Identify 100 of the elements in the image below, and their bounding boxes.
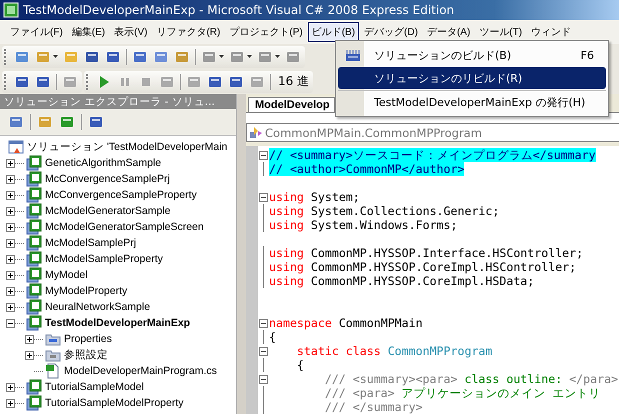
expand-icon[interactable] [6, 190, 15, 200]
code-keyword: using [269, 260, 304, 274]
code-text: { [296, 358, 304, 372]
expand-icon[interactable] [6, 206, 15, 216]
tree-item[interactable]: McModelSampleProperty [45, 253, 163, 265]
menu-item[interactable]: TestModelDeveloperMainExp の発行(H) [338, 90, 606, 113]
tree-item[interactable]: TestModelDeveloperMainExp [45, 317, 190, 329]
code-keyword: using [269, 274, 304, 288]
csharp-project-icon [26, 315, 42, 331]
code-type-name: CommonMPProgram [388, 344, 492, 358]
code-keyword: using [269, 218, 304, 232]
tree-item[interactable]: ModelDeveloperMainProgram.cs [64, 365, 217, 377]
collapse-icon[interactable] [259, 318, 268, 328]
csharp-project-icon [26, 155, 42, 171]
tree-item[interactable]: McModelGeneratorSample [45, 205, 170, 217]
expand-icon[interactable] [6, 238, 15, 248]
panel-title: ソリューション エクスプローラ - ソリュ... [4, 94, 215, 108]
type-dropdown[interactable]: CommonMPMain.CommonMPProgram [246, 123, 619, 142]
tree-item[interactable]: McModelSamplePrj [45, 237, 136, 249]
tree-item[interactable]: NeuralNetworkSample [45, 301, 150, 313]
tree-item[interactable]: TutorialSampleModelProperty [45, 397, 184, 409]
expand-icon[interactable] [6, 158, 15, 168]
csharp-project-icon [26, 395, 42, 411]
collapse-icon[interactable] [6, 318, 15, 328]
code-comment: // <author>CommonMP</author> [269, 162, 464, 176]
expand-icon[interactable] [6, 254, 15, 264]
code-text: CommonMP.HYSSOP.Interface.HSController; [310, 246, 584, 260]
hex-label: 16 進 [277, 73, 310, 90]
collapse-icon[interactable] [259, 374, 268, 384]
collapse-icon[interactable] [259, 150, 268, 160]
code-text: { [269, 330, 276, 344]
code-text: System.Collections.Generic; [310, 204, 500, 218]
menu-item[interactable]: リファクタ(R) [152, 22, 224, 42]
expand-icon[interactable] [6, 382, 15, 392]
code-doc-tag: /// <para> [269, 386, 395, 400]
csharp-project-icon [26, 235, 42, 251]
menu-item[interactable]: ファイル(F) [6, 22, 67, 42]
menu-item[interactable]: 編集(E) [68, 22, 110, 42]
code-doc-tag: </para> [569, 372, 618, 386]
collapse-icon[interactable] [259, 346, 268, 356]
code-keyword: using [269, 204, 304, 218]
expand-icon[interactable] [6, 398, 15, 408]
csharp-project-icon [26, 251, 42, 267]
code-text: CommonMP.HYSSOP.CoreImpl.HSData; [310, 274, 534, 288]
menu-item[interactable]: データ(A) [422, 22, 474, 42]
menu-item[interactable]: ウィンド [527, 22, 576, 42]
csharp-project-icon [26, 283, 42, 299]
tree-item[interactable]: MyModel [45, 269, 88, 281]
tree-item[interactable]: ソリューション 'TestModelDeveloperMain [27, 140, 228, 154]
code-keyword: using [269, 246, 304, 260]
caret-icon[interactable] [247, 55, 252, 58]
caret-icon[interactable] [53, 55, 58, 58]
code-doc-text: アプリケーションのメイン エントリ [402, 386, 601, 400]
code-keyword: static class [296, 344, 381, 358]
tree-item[interactable]: TutorialSampleModel [45, 381, 144, 393]
menu-item[interactable]: ソリューションのリビルド(R) [338, 67, 606, 89]
menu-item[interactable]: ツール(T) [475, 22, 526, 42]
csharp-project-icon [26, 299, 42, 315]
code-file-icon [45, 363, 61, 379]
expand-icon[interactable] [25, 334, 34, 344]
code-keyword: namespace [269, 316, 332, 330]
menu-item[interactable]: プロジェクト(P) [225, 22, 307, 42]
tree-item[interactable]: McConvergenceSampleProperty [45, 189, 197, 201]
code-comment: // <summary>ソースコード：メインプログラム</summary [269, 148, 596, 162]
menu-item[interactable]: ビルド(B) [308, 22, 360, 42]
document-tab[interactable]: ModelDevelop [248, 97, 335, 112]
tree-item[interactable]: 参照設定 [64, 348, 108, 362]
csharp-project-icon [26, 171, 42, 187]
code-text: CommonMPMain [338, 316, 423, 330]
csharp-project-icon [26, 203, 42, 219]
menu-item[interactable]: 表示(V) [110, 22, 152, 42]
expand-icon[interactable] [6, 286, 15, 296]
code-editor[interactable] [246, 142, 619, 414]
menu-item[interactable]: デバッグ(D) [360, 22, 422, 42]
expand-icon[interactable] [25, 350, 34, 360]
expand-icon[interactable] [6, 302, 15, 312]
csharp-project-icon [26, 187, 42, 203]
caret-icon[interactable] [219, 55, 224, 58]
collapse-icon[interactable] [259, 192, 268, 202]
code-doc-tag: /// </summary> [269, 400, 423, 414]
code-text: System; [310, 190, 360, 204]
window-title: TestModelDeveloperMainExp - Microsoft Visual C# 2008 Express Edition [23, 3, 454, 17]
code-text: System.Windows.Forms; [310, 218, 458, 232]
class-icon [249, 126, 263, 140]
caret-icon[interactable] [275, 55, 280, 58]
app-icon [3, 2, 19, 18]
code-text: CommonMP.HYSSOP.CoreImpl.HSController; [310, 260, 576, 274]
tree-item[interactable]: GeneticAlgorithmSample [45, 157, 162, 169]
type-name: CommonMPMain.CommonMPProgram [265, 126, 482, 140]
expand-icon[interactable] [6, 174, 15, 184]
tree-item[interactable]: McConvergenceSamplePrj [45, 173, 170, 185]
tree-item[interactable]: Properties [64, 333, 112, 345]
solution-icon [8, 139, 24, 155]
code-doc-tag: /// <summary><para> [269, 372, 458, 386]
code-doc-text: class outline: [464, 372, 562, 386]
tree-item[interactable]: MyModelProperty [45, 285, 128, 297]
expand-icon[interactable] [6, 222, 15, 232]
tree-item[interactable]: McModelGeneratorSampleScreen [45, 221, 204, 233]
expand-icon[interactable] [6, 270, 15, 280]
csharp-project-icon [26, 219, 42, 235]
